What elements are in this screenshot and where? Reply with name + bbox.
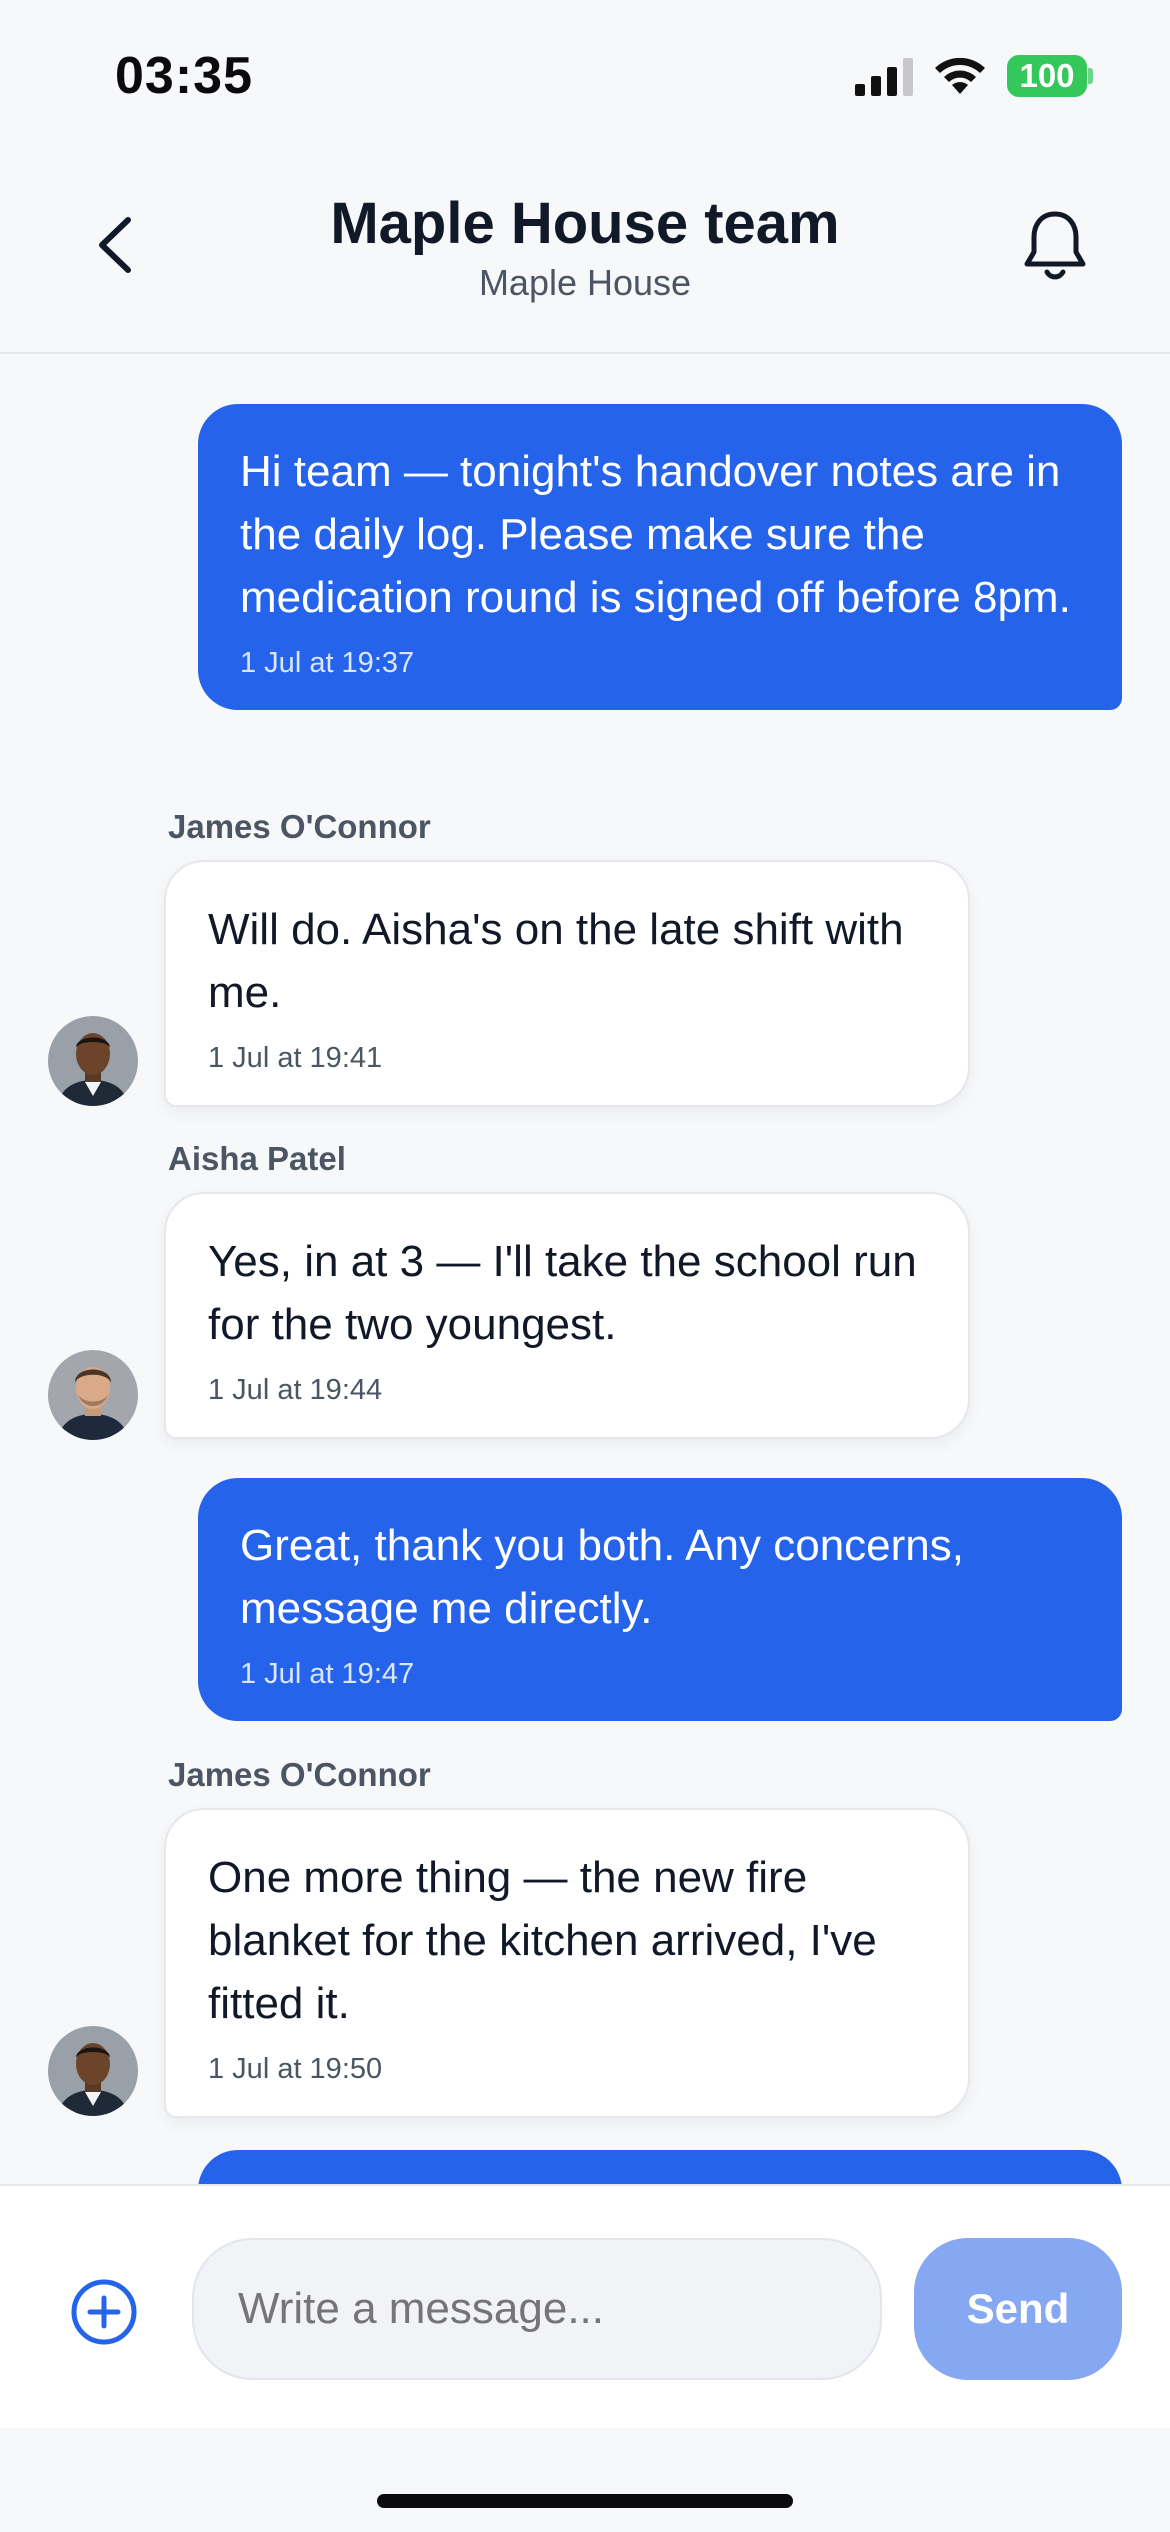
wifi-icon	[935, 57, 985, 94]
page-subtitle: Maple House	[478, 262, 692, 303]
home-indicator[interactable]	[377, 2494, 793, 2508]
status-time: 03:35	[115, 47, 253, 105]
chat-screen: 03:35 100 Maple House team Maple House H…	[0, 0, 1170, 2532]
add-attachment-icon[interactable]	[70, 2278, 138, 2346]
status-bar: 03:35 100	[0, 0, 1170, 150]
chat-header: Maple House team Maple House	[0, 150, 1170, 354]
message-time: 1 Jul at 19:37	[240, 647, 415, 679]
send-button[interactable]: Send	[914, 2238, 1122, 2380]
message-text: Hi team — tonight's handover notes are i…	[240, 447, 1071, 622]
message-text: Will do. Aisha's on the late shift with …	[208, 905, 904, 1017]
message-time: 1 Jul at 19:47	[240, 1658, 415, 1690]
cellular-signal-icon	[855, 58, 913, 96]
message-text: One more thing — the new fire blanket fo…	[208, 1853, 877, 2028]
outgoing-message-partial[interactable]	[198, 2150, 1122, 2184]
outgoing-message[interactable]: Great, thank you both. Any concerns, mes…	[198, 1478, 1122, 1721]
message-time: 1 Jul at 19:50	[208, 2053, 383, 2085]
sender-name: Aisha Patel	[168, 1140, 346, 1177]
avatar[interactable]	[48, 2026, 138, 2116]
message-list[interactable]: Hi team — tonight's handover notes are i…	[0, 356, 1170, 2184]
message-input[interactable]	[192, 2238, 882, 2380]
page-title: Maple House team	[330, 191, 840, 256]
incoming-message[interactable]: One more thing — the new fire blanket fo…	[164, 1808, 970, 2118]
message-time: 1 Jul at 19:41	[208, 1042, 383, 1074]
incoming-message[interactable]: Will do. Aisha's on the late shift with …	[164, 860, 970, 1107]
sender-name: James O'Connor	[168, 1756, 431, 1793]
bell-icon[interactable]	[1018, 206, 1092, 286]
avatar[interactable]	[48, 1350, 138, 1440]
message-text: Great, thank you both. Any concerns, mes…	[240, 1521, 964, 1633]
battery-tip	[1088, 68, 1093, 84]
avatar[interactable]	[48, 1016, 138, 1106]
message-time: 1 Jul at 19:44	[208, 1374, 383, 1406]
outgoing-message[interactable]: Hi team — tonight's handover notes are i…	[198, 404, 1122, 710]
sender-name: James O'Connor	[168, 808, 431, 845]
home-area	[0, 2428, 1170, 2532]
incoming-message[interactable]: Yes, in at 3 — I'll take the school run …	[164, 1192, 970, 1439]
battery-icon: 100	[1007, 55, 1087, 97]
message-composer: Send	[0, 2184, 1170, 2428]
message-text: Yes, in at 3 — I'll take the school run …	[208, 1237, 917, 1349]
